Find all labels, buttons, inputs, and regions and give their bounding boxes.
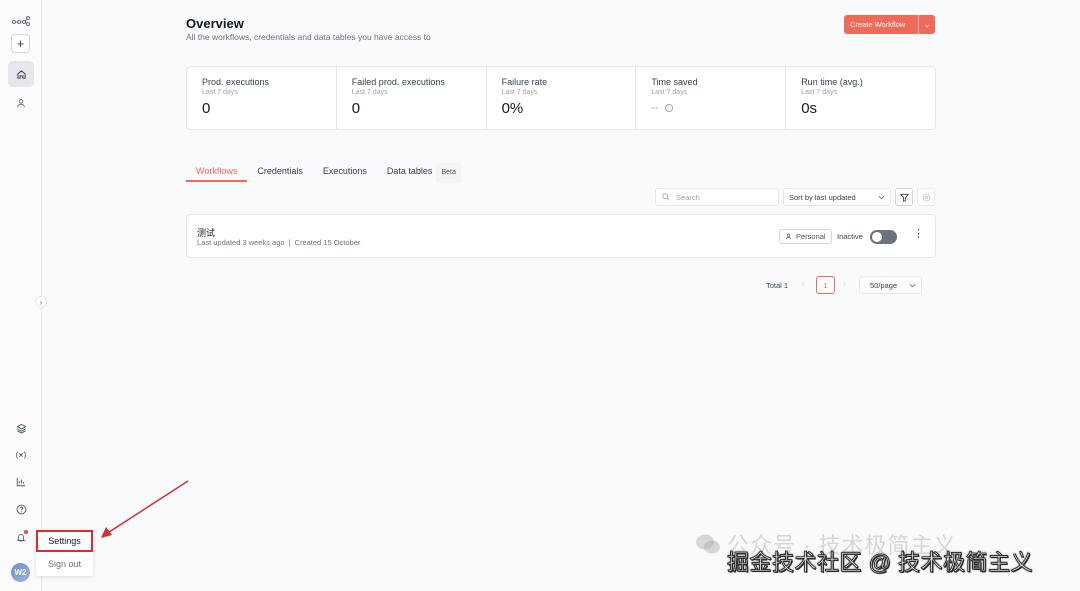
add-button[interactable]: + [11, 34, 30, 53]
stat-period: Last 7 days [501, 89, 538, 96]
templates-icon [15, 423, 27, 434]
beta-badge: Beta [436, 163, 461, 183]
search-input[interactable]: Search [655, 188, 779, 206]
sidebar-item-variables[interactable] [8, 442, 34, 468]
stat-label: Time saved [651, 77, 698, 87]
workflow-meta: Last updated 3 weeks ago | Created 15 Oc… [197, 238, 360, 247]
chevron-down-icon [909, 283, 916, 287]
sidebar: + › W2 [0, 0, 47, 591]
menu-item-settings[interactable]: Settings [36, 530, 93, 552]
active-toggle[interactable] [870, 230, 897, 244]
page-number-button[interactable]: 1 [816, 276, 835, 294]
stat-failed-executions[interactable]: Failed prod. executions Last 7 days 0 [337, 67, 487, 129]
wechat-icon [696, 534, 720, 554]
sidebar-item-help[interactable] [8, 496, 34, 522]
sort-select[interactable]: Sort by last updated [783, 188, 891, 206]
tab-bar: Workflows Credentials Executions Data ta… [186, 162, 471, 183]
stat-value: 0 [202, 100, 211, 117]
view-toggle-button[interactable] [917, 188, 935, 206]
stat-value: 0s [801, 100, 818, 117]
owner-badge: Personal [779, 229, 832, 244]
pagination-total: Total 1 [766, 281, 789, 290]
variables-icon [16, 451, 26, 459]
prev-page-button[interactable]: ‹ [802, 279, 805, 288]
stat-period: Last 7 days [801, 89, 837, 96]
sidebar-item-personal[interactable] [8, 90, 34, 116]
stat-label: Prod. executions [202, 77, 270, 87]
next-page-button[interactable]: › [843, 279, 846, 288]
create-workflow-button[interactable]: Create Workflow ⌄ [844, 15, 935, 34]
owner-label: Personal [796, 232, 826, 241]
tab-label: Data tables [386, 166, 433, 176]
annotation-arrow [101, 480, 189, 538]
sidebar-item-notifications[interactable] [8, 524, 34, 550]
stat-label: Failure rate [501, 77, 548, 87]
status-label: Inactive [837, 232, 863, 241]
home-icon [16, 69, 26, 79]
user-icon [785, 233, 792, 240]
search-icon [662, 193, 670, 201]
workflow-updated: Last updated 3 weeks ago [197, 238, 285, 247]
create-workflow-label: Create Workflow [850, 20, 906, 29]
stat-value: -- i [651, 102, 785, 114]
workflow-card[interactable]: 测试 Last updated 3 weeks ago | Created 15… [186, 214, 936, 258]
stat-value-text: -- [651, 102, 659, 114]
page-subtitle: All the workflows, credentials and data … [186, 32, 431, 42]
stat-run-time[interactable]: Run time (avg.) Last 7 days 0s [786, 67, 935, 129]
n8n-logo-icon[interactable] [8, 8, 34, 34]
stats-panel: Prod. executions Last 7 days 0 Failed pr… [186, 66, 936, 130]
help-icon [16, 504, 26, 514]
info-icon[interactable]: i [664, 104, 673, 112]
stat-time-saved[interactable]: Time saved Last 7 days -- i [636, 67, 787, 129]
chevron-down-icon [878, 195, 885, 199]
user-menu: Settings Sign out [36, 530, 93, 576]
stat-period: Last 7 days [651, 89, 688, 96]
stat-value: 0 [351, 100, 361, 117]
search-placeholder: Search [676, 192, 700, 202]
avatar-initials: W2 [14, 568, 27, 577]
tab-data-tables[interactable]: Data tables Beta [377, 162, 471, 183]
tab-workflows[interactable]: Workflows [186, 162, 248, 182]
sidebar-item-templates[interactable] [8, 415, 34, 441]
chevron-right-icon: › [39, 297, 43, 307]
more-options-icon[interactable]: ⋮ [913, 229, 924, 240]
filter-icon [899, 193, 909, 202]
tab-credentials[interactable]: Credentials [247, 162, 313, 182]
stat-period: Last 7 days [202, 89, 238, 96]
page-size-value: 50/page [870, 280, 898, 290]
tab-executions[interactable]: Executions [313, 162, 377, 182]
stat-label: Run time (avg.) [801, 77, 863, 87]
stat-value: 0% [501, 100, 524, 117]
watermark-line-2: 掘金技术社区 @ 技术极简主义 [726, 550, 1034, 576]
sort-value: Sort by last updated [789, 192, 856, 202]
sidebar-item-overview[interactable] [8, 61, 34, 87]
page-size-select[interactable]: 50/page [859, 276, 922, 294]
avatar[interactable]: W2 [11, 563, 30, 582]
toggle-knob [872, 232, 882, 242]
eye-icon [922, 193, 930, 201]
chevron-down-icon[interactable]: ⌄ [918, 15, 935, 34]
collapse-sidebar-button[interactable]: › [35, 296, 47, 308]
stat-prod-executions[interactable]: Prod. executions Last 7 days 0 [187, 67, 337, 129]
notification-dot [24, 530, 28, 534]
plus-icon: + [16, 36, 25, 51]
filter-button[interactable] [895, 188, 913, 206]
page-title: Overview [186, 16, 244, 31]
meta-separator: | [288, 238, 291, 247]
stat-label: Failed prod. executions [351, 77, 445, 87]
menu-item-sign-out[interactable]: Sign out [36, 554, 93, 574]
chart-icon [16, 477, 26, 487]
sidebar-item-insights[interactable] [8, 469, 34, 495]
stat-period: Last 7 days [351, 89, 388, 96]
user-icon [17, 99, 25, 108]
stat-failure-rate[interactable]: Failure rate Last 7 days 0% [487, 67, 637, 129]
workflow-created: Created 15 October [294, 238, 361, 247]
